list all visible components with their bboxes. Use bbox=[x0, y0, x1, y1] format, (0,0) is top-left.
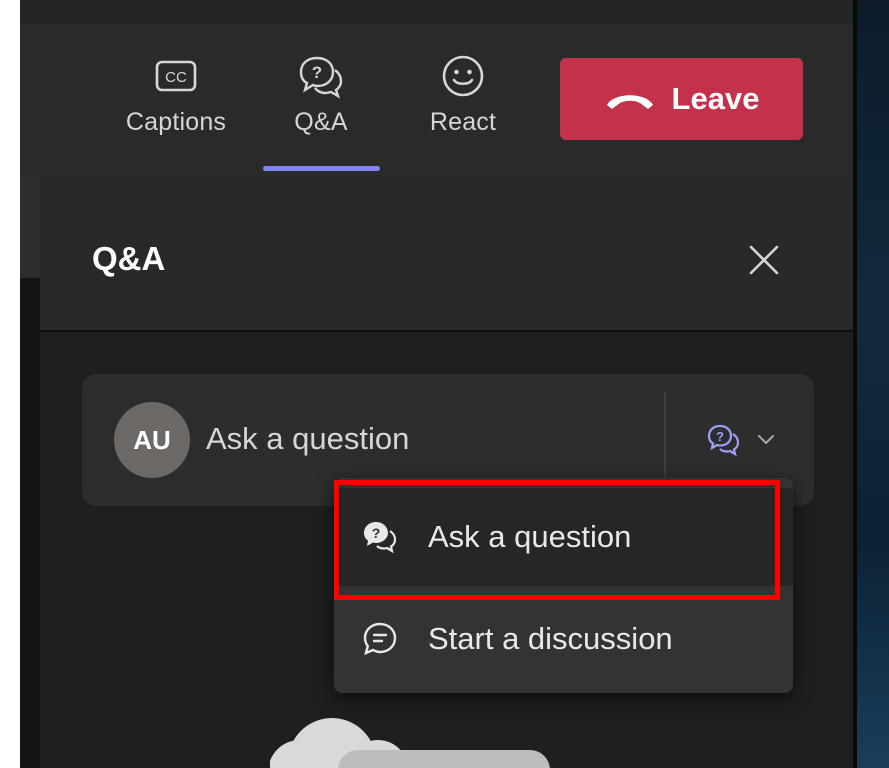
captions-icon: CC bbox=[155, 60, 197, 92]
menu-item-start-discussion[interactable]: Start a discussion bbox=[334, 590, 793, 688]
post-type-dropdown[interactable]: ? bbox=[704, 418, 790, 462]
stage-edge bbox=[20, 178, 40, 768]
toolbar-top-strip bbox=[20, 0, 853, 24]
captions-icon-text: CC bbox=[165, 69, 187, 86]
react-label: React bbox=[429, 108, 497, 136]
active-tab-indicator bbox=[263, 166, 380, 171]
svg-text:?: ? bbox=[312, 63, 322, 82]
leave-label: Leave bbox=[671, 81, 760, 116]
react-button[interactable]: React bbox=[403, 52, 523, 162]
smiley-icon bbox=[442, 55, 484, 97]
empty-state-illustration bbox=[270, 718, 550, 768]
window-edge bbox=[0, 0, 20, 768]
leave-button[interactable]: Leave bbox=[560, 58, 803, 140]
panel-header: Q&A bbox=[40, 178, 853, 332]
hang-up-icon bbox=[606, 95, 653, 109]
close-icon[interactable] bbox=[744, 240, 784, 280]
captions-label: Captions bbox=[125, 108, 227, 136]
svg-text:?: ? bbox=[716, 429, 724, 444]
menu-item-label: Start a discussion bbox=[428, 621, 673, 656]
qa-icon: ? bbox=[299, 56, 343, 99]
chevron-down-icon bbox=[758, 435, 774, 444]
stage-edge-segment bbox=[20, 178, 40, 278]
question-bubble-icon: ? bbox=[707, 424, 740, 457]
ask-question-input[interactable]: Ask a question bbox=[206, 421, 409, 457]
avatar-initials: AU bbox=[133, 424, 171, 455]
highlight-box bbox=[334, 480, 780, 600]
captions-button[interactable]: CC Captions bbox=[116, 52, 236, 162]
composer-divider bbox=[664, 392, 666, 488]
background-edge bbox=[853, 0, 889, 768]
panel-title: Q&A bbox=[92, 240, 166, 277]
qa-label: Q&A bbox=[294, 108, 348, 136]
avatar: AU bbox=[114, 402, 190, 478]
qa-button[interactable]: ? Q&A bbox=[261, 52, 381, 162]
discussion-bubble-icon bbox=[363, 622, 397, 656]
